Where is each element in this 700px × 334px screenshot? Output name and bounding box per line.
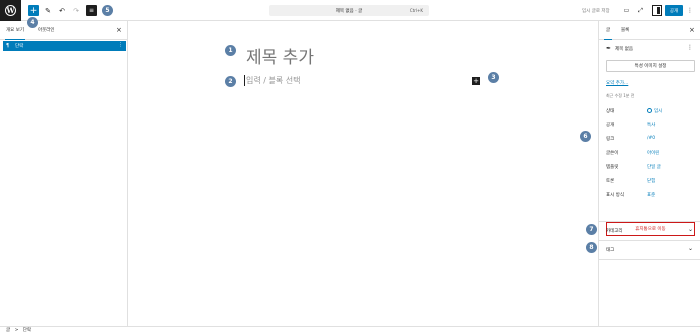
property-row-template: 템플릿 단일 글 [606,164,696,172]
property-row-status: 상태 임시 [606,108,696,116]
list-view-tabs: 개요 보기 아웃라인 × [0,21,128,40]
last-edited-text: 최근 수정 1분 전 [606,93,635,98]
publish-button[interactable]: 공개 [665,5,683,16]
property-label: 링크 [606,137,615,142]
annotation-badge-1: 1 [225,45,236,56]
property-label: 표시 방식 [606,193,624,198]
breadcrumb-item-paragraph[interactable]: 단락 [23,328,31,333]
tags-panel[interactable]: 태그 ⌄ [599,240,700,257]
post-actions-icon[interactable]: ⋮ [687,44,693,51]
draft-status-icon [647,108,652,113]
annotation-badge-2: 2 [225,76,236,87]
settings-toggle-button[interactable] [652,5,662,16]
redo-icon[interactable]: ↷ [71,5,81,16]
property-value[interactable]: 단일 글 [647,164,661,170]
property-value-text: 임시 [654,109,663,114]
section-divider [599,259,700,260]
paragraph-block[interactable]: 입력 / 블록 선택 [244,75,300,86]
annotation-badge-8: 8 [586,242,597,253]
property-value[interactable]: 특사 [647,122,655,128]
edit-tool-icon[interactable]: ✎ [43,5,53,16]
close-icon[interactable]: × [116,26,122,34]
annotation-badge-3: 3 [488,72,499,83]
post-title-input[interactable]: 제목 추가 [246,43,314,68]
wordpress-logo-icon: W [5,5,16,16]
chevron-down-icon: ⌄ [688,226,694,233]
options-menu-icon[interactable]: ⋮ [687,5,693,16]
property-label: 템플릿 [606,165,619,170]
block-more-icon[interactable]: ⋮ [118,42,123,48]
property-label: 공개 [606,123,615,128]
post-title-label: 제목 없음 [615,46,634,52]
property-label: 토론 [606,179,615,184]
document-overview-button[interactable]: ≡ [86,5,97,16]
block-inserter-button[interactable]: + [472,77,480,85]
property-row-link: 링크 /#0 [606,136,696,144]
breadcrumb: 글 > 단락 [0,326,700,334]
post-icon: ✒ [606,45,612,52]
command-label: 제목 없음 · 글 [335,8,363,14]
tab-outline[interactable]: 아웃라인 [38,27,55,33]
property-row-author: 글쓴이 아이린 [606,150,696,158]
tab-block[interactable]: 블록 [621,27,629,33]
property-value[interactable]: 표준 [647,192,655,198]
property-row-format: 표시 방식 표준 [606,192,696,200]
undo-icon[interactable]: ↶ [57,5,67,16]
tab-post[interactable]: 글 [603,27,613,40]
categories-panel[interactable]: 카테고리 ⌄ [599,221,700,238]
editor-canvas [128,21,598,326]
add-block-button[interactable]: + [28,5,39,16]
command-shortcut: Ctrl+K [409,8,423,13]
property-value[interactable]: 닫힘 [647,178,655,184]
settings-tabs: 글 블록 × [599,21,700,40]
property-label: 글쓴이 [606,151,619,156]
list-item-label: 단락 [15,44,24,49]
list-view-panel: 개요 보기 아웃라인 × ¶ 단락 ⋮ [0,21,128,326]
close-icon[interactable]: × [689,26,695,34]
property-value[interactable]: 임시 [647,108,662,114]
external-link-icon[interactable]: ⤢ [636,5,645,16]
paragraph-icon: ¶ [6,43,10,49]
save-draft-button[interactable]: 임시 글로 저장 [582,8,610,14]
command-palette[interactable]: 제목 없음 · 글 Ctrl+K [269,5,429,16]
add-excerpt-link[interactable]: 요약 추가... [606,80,628,86]
section-label: 태그 [606,248,615,253]
property-label: 상태 [606,109,615,114]
preview-icon[interactable]: ▭ [622,5,631,16]
list-item[interactable]: ¶ 단락 ⋮ [3,41,126,51]
annotation-badge-6: 6 [580,131,591,142]
featured-image-button[interactable]: 특성 이미지 설정 [606,60,695,72]
chevron-down-icon: ⌄ [688,245,694,252]
property-value[interactable]: 아이린 [647,150,659,156]
wordpress-logo[interactable]: W [0,0,21,21]
annotation-badge-7: 7 [586,224,597,235]
section-label: 카테고리 [606,229,623,234]
post-summary-header: ✒ 제목 없음 [606,45,633,52]
property-value[interactable]: /#0 [647,136,655,141]
property-row-discussion: 토론 닫힘 [606,178,696,186]
breadcrumb-item-post[interactable]: 글 [6,328,10,333]
property-row-visibility: 공개 특사 [606,122,696,130]
tab-list-view[interactable]: 개요 보기 [5,27,25,40]
annotation-badge-5: 5 [102,5,113,16]
breadcrumb-separator: > [14,328,19,333]
annotation-badge-4: 4 [27,17,38,28]
settings-sidebar: 글 블록 × ✒ 제목 없음 ⋮ 특성 이미지 설정 요약 추가... 최근 수… [598,21,700,326]
